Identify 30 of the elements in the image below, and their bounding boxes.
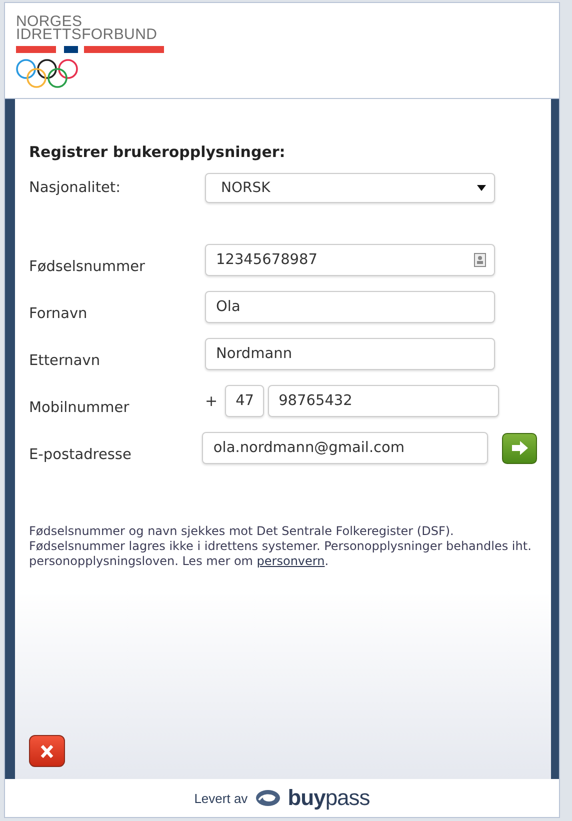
logo-text: IDRETTSFORBUND bbox=[16, 28, 158, 41]
field-label: Fornavn bbox=[29, 305, 88, 322]
provider-label: Levert av bbox=[194, 790, 248, 806]
field-label: Mobilnummer bbox=[29, 399, 130, 416]
close-button[interactable] bbox=[29, 735, 65, 767]
flag-stripes-icon bbox=[16, 46, 164, 53]
input-field[interactable]: ola.nordmann@gmail.com bbox=[202, 432, 488, 464]
field-label: Etternavn bbox=[29, 352, 102, 369]
country-code-field[interactable]: 47 bbox=[224, 385, 264, 417]
olympic-rings-icon bbox=[16, 59, 78, 89]
logo-text: NORGES bbox=[16, 15, 82, 28]
brand-logo-text: buypass bbox=[288, 785, 370, 811]
nationality-select[interactable]: NORSK bbox=[205, 173, 495, 203]
field-label: Fødselsnummer bbox=[29, 258, 146, 275]
phone-field[interactable]: 98765432 bbox=[268, 385, 499, 417]
arrow-right-icon bbox=[510, 440, 529, 456]
privacy-link[interactable]: personvern bbox=[256, 554, 325, 568]
input-field[interactable]: Ola bbox=[205, 291, 495, 323]
next-button[interactable] bbox=[502, 432, 537, 464]
form-title: Registrer brukeropplysninger: bbox=[29, 143, 286, 161]
close-icon bbox=[40, 744, 54, 758]
dropdown-caret-icon bbox=[477, 185, 486, 191]
contact-card-icon bbox=[474, 253, 486, 267]
input-field[interactable]: 12345678987 bbox=[205, 244, 495, 276]
input-field[interactable]: Nordmann bbox=[205, 338, 495, 370]
field-label: Nasjonalitet: bbox=[29, 180, 122, 196]
field-label: E-postadresse bbox=[29, 446, 132, 463]
privacy-notice: Fødselsnummer og navn sjekkes mot Det Sentrale Folkeregister (DSF). Fødselsnummer lagres ikke i idrettens systemer. Personopplysninger behandles iht. personopplysningsloven. Les mer om personvern. bbox=[29, 524, 532, 569]
swirl-logo-icon bbox=[254, 789, 281, 807]
plus-sign: + bbox=[205, 392, 218, 410]
